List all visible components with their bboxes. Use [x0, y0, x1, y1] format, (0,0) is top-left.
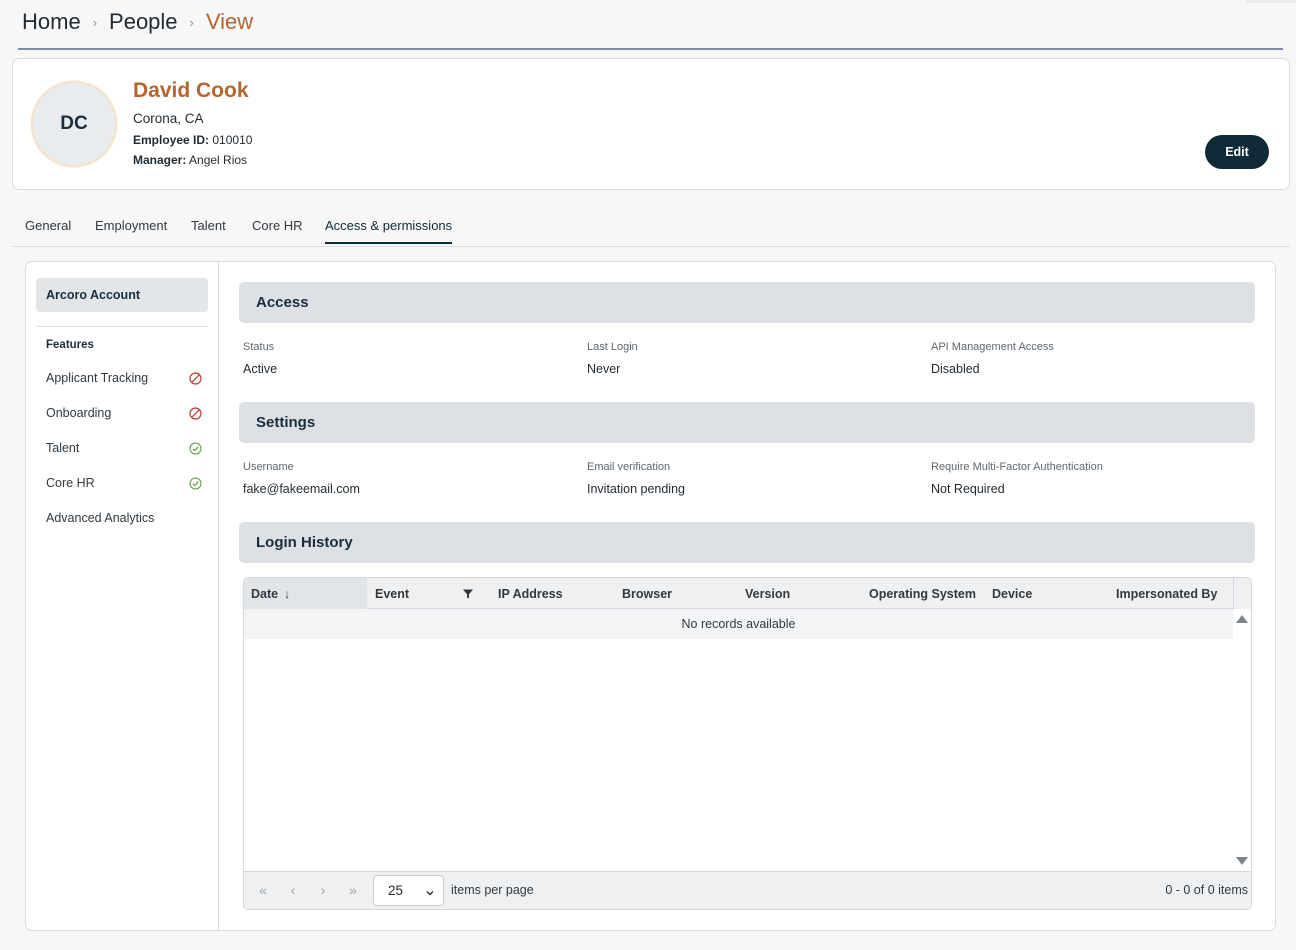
filter-icon[interactable]: [462, 587, 474, 599]
scroll-up-icon[interactable]: [1236, 615, 1248, 623]
grid-header: Date ↓ Event IP Address Browser Version …: [244, 578, 1251, 609]
column-header-label: Event: [375, 586, 410, 601]
tab-talent[interactable]: Talent: [191, 218, 226, 242]
check-icon: [189, 477, 202, 490]
features-heading: Features: [46, 339, 94, 351]
manager-label: Manager:: [133, 153, 187, 167]
chevron-down-icon: [425, 886, 435, 896]
column-header-operating-system[interactable]: Operating System: [862, 578, 985, 609]
grid-pager: « ‹ › » 25 items per page 0 - 0 of 0 ite…: [244, 871, 1251, 909]
api-access-value: Disabled: [931, 362, 980, 376]
breadcrumb-separator-icon: ›: [92, 14, 98, 30]
column-header-label: Device: [992, 586, 1033, 601]
column-header-browser[interactable]: Browser: [615, 578, 738, 609]
column-header-label: Date: [251, 586, 279, 601]
breadcrumb-separator-icon: ›: [189, 14, 194, 30]
vertical-scrollbar[interactable]: [1233, 609, 1251, 871]
column-header-label: IP Address: [498, 586, 563, 601]
username-value: fake@fakeemail.com: [243, 482, 360, 496]
sidebar-item-label: Applicant Tracking: [46, 371, 149, 385]
email-verification-label: Email verification: [587, 461, 671, 473]
last-page-icon[interactable]: »: [345, 882, 361, 898]
column-header-ip-address[interactable]: IP Address: [491, 578, 614, 609]
breadcrumb-divider: [18, 48, 1283, 50]
edit-button[interactable]: Edit: [1205, 135, 1269, 169]
api-access-label: API Management Access: [931, 341, 1054, 353]
breadcrumb: Home › People › View: [22, 8, 253, 36]
sidebar-item-core-hr[interactable]: Core HR: [46, 473, 202, 493]
username-label: Username: [243, 461, 294, 473]
column-header-label: Impersonated By: [1116, 586, 1218, 601]
sidebar-item-label: Onboarding: [46, 406, 112, 420]
tab-general[interactable]: General: [25, 218, 71, 242]
column-header-label: Operating System: [869, 586, 976, 601]
sidebar-divider: [36, 326, 208, 327]
profile-card: DC David Cook Corona, CA Employee ID: 01…: [12, 58, 1290, 190]
tab-access-permissions[interactable]: Access & permissions: [325, 218, 453, 244]
login-history-grid: Date ↓ Event IP Address Browser Version …: [243, 577, 1252, 910]
mfa-label: Require Multi-Factor Authentication: [931, 461, 1103, 473]
disabled-icon: [189, 371, 202, 385]
page-size-value: 25: [388, 883, 404, 898]
sidebar-item-applicant-tracking[interactable]: Applicant Tracking: [46, 368, 202, 388]
sidebar-item-advanced-analytics[interactable]: Advanced Analytics: [46, 508, 202, 528]
sort-descending-icon: ↓: [284, 586, 291, 601]
breadcrumb-home[interactable]: Home: [22, 9, 81, 35]
tab-bar: General Employment Talent Core HR Access…: [12, 210, 1290, 247]
employee-name: David Cook: [133, 79, 249, 102]
column-header-impersonated-by[interactable]: Impersonated By: [1109, 578, 1233, 609]
scrollbar-corner: [1233, 578, 1251, 609]
column-header-version[interactable]: Version: [738, 578, 861, 609]
pager-range-info: 0 - 0 of 0 items: [1165, 883, 1248, 897]
tab-core-hr[interactable]: Core HR: [252, 218, 303, 242]
sidebar-item-label: Advanced Analytics: [46, 511, 155, 525]
email-verification-value: Invitation pending: [587, 482, 685, 496]
column-header-label: Browser: [622, 586, 673, 601]
employee-location: Corona, CA: [133, 111, 204, 126]
status-label: Status: [243, 341, 275, 353]
check-icon: [189, 442, 202, 455]
last-login-label: Last Login: [587, 341, 638, 353]
column-header-device[interactable]: Device: [985, 578, 1108, 609]
window-edge-fragment: [1246, 0, 1296, 3]
disabled-icon: [189, 406, 202, 420]
employee-id-value: 010010: [212, 133, 253, 147]
sidebar-item-label: Talent: [46, 441, 80, 455]
employee-id-label: Employee ID:: [133, 133, 210, 147]
access-permissions-panel: Arcoro Account Features Applicant Tracki…: [25, 261, 1276, 931]
first-page-icon[interactable]: «: [255, 882, 271, 898]
manager-value: Angel Rios: [189, 153, 248, 167]
sidebar-item-label: Core HR: [46, 476, 95, 490]
mfa-value: Not Required: [931, 482, 1005, 496]
login-history-section-header: Login History: [239, 522, 1255, 563]
sidebar: Arcoro Account Features Applicant Tracki…: [26, 262, 219, 930]
avatar: DC: [31, 81, 117, 167]
manager-line: Manager: Angel Rios: [133, 153, 247, 167]
last-login-value: Never: [587, 362, 621, 376]
page-size-select[interactable]: 25: [373, 875, 444, 906]
sidebar-item-talent[interactable]: Talent: [46, 438, 202, 458]
sidebar-item-onboarding[interactable]: Onboarding: [46, 403, 202, 423]
column-header-label: Version: [745, 586, 791, 601]
no-records-message: No records available: [244, 609, 1233, 639]
status-value: Active: [243, 362, 278, 376]
previous-page-icon[interactable]: ‹: [285, 882, 301, 898]
next-page-icon[interactable]: ›: [315, 882, 331, 898]
items-per-page-label: items per page: [451, 883, 534, 897]
settings-section-header: Settings: [239, 402, 1255, 443]
employee-id-line: Employee ID: 010010: [133, 133, 252, 147]
sidebar-item-arcoro-account[interactable]: Arcoro Account: [36, 278, 208, 312]
access-section-header: Access: [239, 282, 1255, 323]
scroll-down-icon[interactable]: [1236, 857, 1248, 865]
tab-employment[interactable]: Employment: [95, 218, 167, 242]
column-header-date[interactable]: Date ↓: [244, 578, 367, 609]
breadcrumb-people[interactable]: People: [109, 9, 178, 35]
breadcrumb-view: View: [205, 9, 254, 34]
